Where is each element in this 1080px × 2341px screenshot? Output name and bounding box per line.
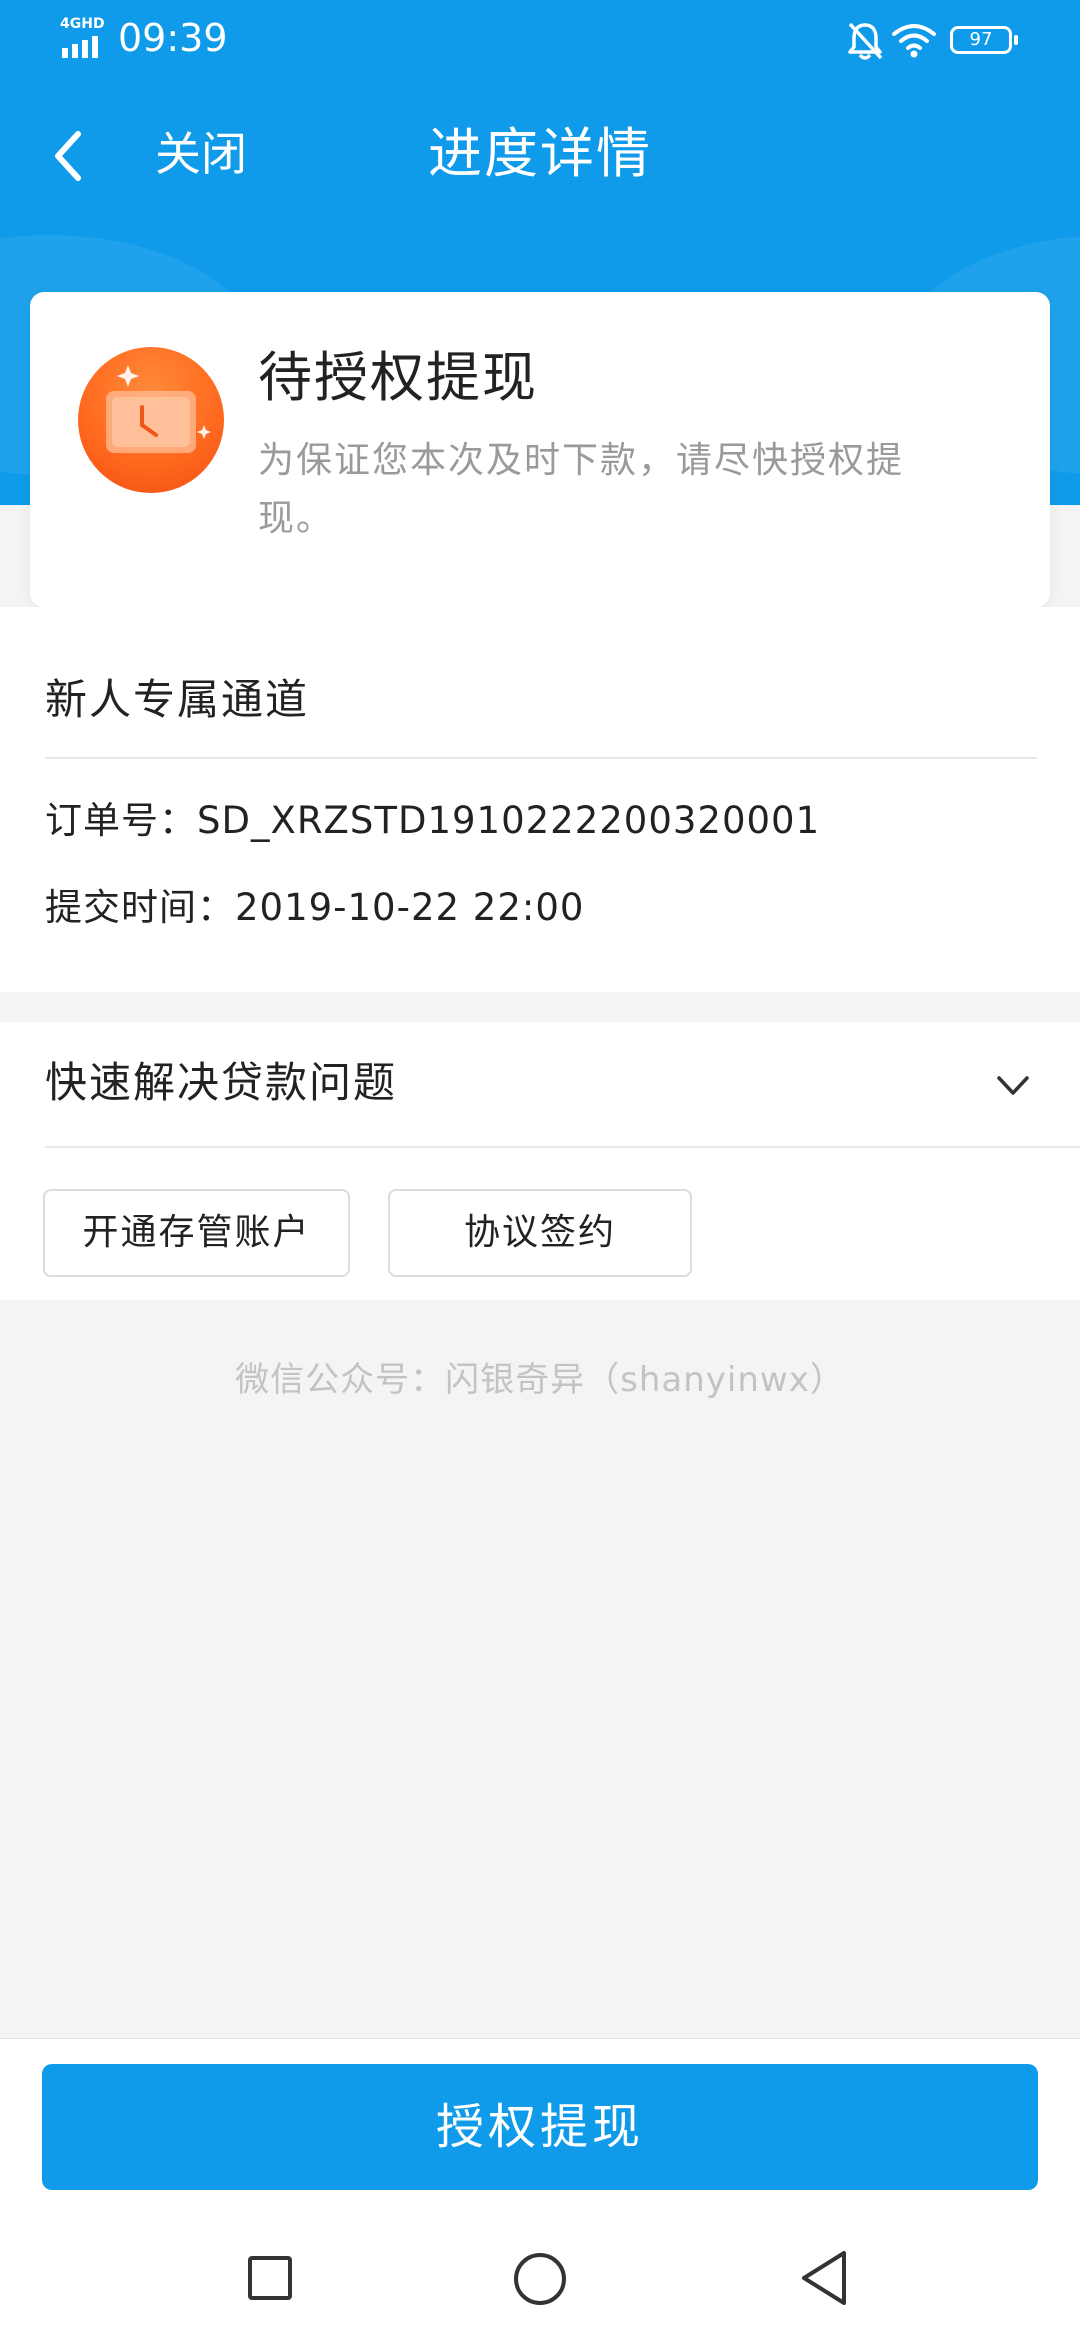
submit-time-row: 提交时间：2019-10-22 22:00	[45, 882, 584, 934]
status-time: 09:39	[118, 16, 228, 60]
open-custody-account-button[interactable]: 开通存管账户	[43, 1189, 350, 1277]
authorize-withdraw-button[interactable]: 授权提现	[42, 2064, 1038, 2190]
back-triangle-icon[interactable]	[798, 2249, 850, 2307]
submit-time-label: 提交时间：	[45, 886, 235, 929]
network-type: 4GHD	[60, 16, 105, 32]
chevron-down-icon[interactable]	[995, 1067, 1031, 1103]
help-section-title[interactable]: 快速解决贷款问题	[45, 1050, 397, 1116]
agreement-signing-button[interactable]: 协议签约	[388, 1189, 692, 1277]
submit-time-value: 2019-10-22 22:00	[235, 886, 585, 929]
battery-icon: 97	[950, 26, 1018, 54]
loan-help-section: 快速解决贷款问题 开通存管账户 协议签约	[0, 1022, 1080, 1300]
bottom-action-bar: 授权提现	[0, 2038, 1080, 2341]
recent-apps-icon[interactable]	[246, 2254, 294, 2302]
divider	[45, 757, 1037, 759]
status-description: 为保证您本次及时下款，请尽快授权提现。	[258, 440, 905, 539]
battery-level: 97	[969, 29, 993, 50]
wifi-icon	[892, 24, 936, 58]
wechat-account-note: 微信公众号：闪银奇异（shanyinwx）	[235, 1360, 845, 1400]
channel-name: 新人专属通道	[45, 675, 310, 724]
status-card: 待授权提现 为保证您本次及时下款，请尽快授权提现。	[30, 292, 1050, 607]
page-title: 进度详情	[428, 122, 652, 185]
order-number-row: 订单号：SD_XRZSTD1910222200320001	[45, 795, 820, 847]
order-number-label: 订单号：	[45, 799, 197, 842]
order-info-section: 新人专属通道 订单号：SD_XRZSTD1910222200320001 提交时…	[0, 607, 1080, 992]
navigation-bar: 关闭 进度详情	[0, 100, 1080, 210]
divider	[45, 1146, 1080, 1148]
home-icon[interactable]	[512, 2251, 568, 2307]
status-title: 待授权提现	[258, 346, 538, 409]
status-bar: 4GHD 09:39 97	[0, 0, 1080, 80]
clock-card-icon	[78, 347, 224, 493]
mute-bell-icon	[848, 22, 883, 60]
order-number-value: SD_XRZSTD1910222200320001	[197, 799, 821, 842]
